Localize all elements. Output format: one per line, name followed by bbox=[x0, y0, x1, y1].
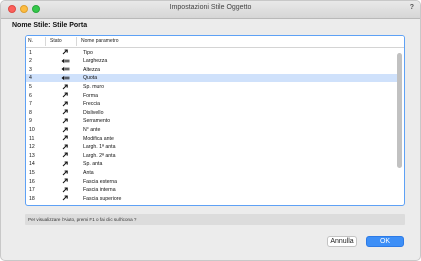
column-divider[interactable] bbox=[45, 37, 46, 46]
table-row[interactable]: 5 Sp. muro bbox=[26, 82, 398, 91]
parameter-name: Largh. 2ª anta bbox=[83, 152, 116, 159]
parameter-name: Modifica ante bbox=[83, 135, 114, 142]
row-number: 6 bbox=[29, 92, 32, 99]
header-stato[interactable]: Stato bbox=[50, 38, 62, 44]
row-number: 5 bbox=[29, 83, 32, 90]
help-hint-text: Per visualizzare l'Aiuto, premi F1 o fai… bbox=[28, 216, 137, 222]
row-number: 15 bbox=[29, 169, 35, 176]
row-number: 16 bbox=[29, 178, 35, 185]
parameter-name: Fascia esterna bbox=[83, 178, 118, 185]
row-number: 8 bbox=[29, 109, 32, 116]
parameter-name: Fascia superiore bbox=[83, 195, 122, 202]
row-number: 4 bbox=[29, 75, 32, 82]
ok-button[interactable]: OK bbox=[366, 236, 404, 247]
style-name-line: Nome Stile: Stile Porta bbox=[12, 22, 87, 29]
parameter-name: Dislivello bbox=[83, 109, 104, 116]
style-name-label: Nome Stile: bbox=[12, 22, 51, 29]
parameter-name: Anta bbox=[83, 169, 94, 176]
vertical-scrollbar[interactable] bbox=[397, 50, 402, 203]
from-style-icon[interactable] bbox=[60, 195, 70, 203]
table-row[interactable]: 16 Fascia esterna bbox=[26, 177, 398, 186]
parameter-name: N° ante bbox=[83, 126, 101, 133]
style-name-value: Stile Porta bbox=[52, 22, 88, 29]
column-divider[interactable] bbox=[76, 37, 77, 46]
parameter-name: Sp. muro bbox=[83, 83, 105, 90]
row-number: 1 bbox=[29, 49, 32, 56]
row-number: 9 bbox=[29, 118, 32, 125]
scrollbar-thumb[interactable] bbox=[397, 53, 402, 168]
table-row[interactable]: 14 Sp. anta bbox=[26, 160, 398, 169]
table-rows: 1 Tipo 2 Larghezza 3 Altezza 4 Quota 5 Sp. muro 6 F… bbox=[26, 48, 398, 205]
table-row[interactable]: 1 Tipo bbox=[26, 48, 398, 57]
window-title: Impostazioni Stile Oggetto bbox=[169, 4, 252, 11]
cancel-button[interactable]: Annulla bbox=[327, 236, 357, 247]
row-number: 17 bbox=[29, 187, 35, 194]
help-hint-bar: Per visualizzare l'Aiuto, premi F1 o fai… bbox=[25, 214, 405, 225]
table-row[interactable]: 17 Fascia interna bbox=[26, 186, 398, 195]
table-row[interactable]: 4 Quota bbox=[26, 73, 398, 83]
table-row[interactable]: 18 Fascia superiore bbox=[26, 194, 398, 203]
row-number: 11 bbox=[29, 135, 35, 142]
parameter-name: Largh. 1ª anta bbox=[83, 144, 116, 151]
table-row[interactable]: 15 Anta bbox=[26, 168, 398, 177]
parameter-name: Freccia bbox=[83, 101, 101, 108]
parameter-name: Serramento bbox=[83, 118, 111, 125]
row-number: 13 bbox=[29, 152, 35, 159]
header-nome-parametro[interactable]: Nome parametro bbox=[81, 38, 119, 44]
row-number: 7 bbox=[29, 101, 32, 108]
table-row[interactable]: 7 Freccia bbox=[26, 100, 398, 109]
parameter-name: Quota bbox=[83, 75, 98, 82]
parameter-name: Sp. anta bbox=[83, 161, 103, 168]
table-row[interactable]: 12 Largh. 1ª anta bbox=[26, 143, 398, 152]
title-bar[interactable]: Impostazioni Stile Oggetto ? bbox=[1, 1, 420, 19]
header-n[interactable]: N. bbox=[28, 38, 33, 44]
table-row[interactable]: 10 N° ante bbox=[26, 125, 398, 134]
table-row[interactable]: 6 Forma bbox=[26, 91, 398, 100]
parameters-table[interactable]: N. Stato Nome parametro 1 Tipo 2 Larghezza 3… bbox=[25, 35, 405, 206]
parameter-name: Altezza bbox=[83, 66, 101, 73]
table-row[interactable]: 9 Serramento bbox=[26, 117, 398, 126]
row-number: 14 bbox=[29, 161, 35, 168]
row-number: 10 bbox=[29, 126, 35, 133]
parameter-name: Forma bbox=[83, 92, 98, 99]
row-number: 3 bbox=[29, 66, 32, 73]
table-row[interactable]: 2 Larghezza bbox=[26, 57, 398, 66]
parameter-name: Larghezza bbox=[83, 58, 108, 65]
table-row[interactable]: 13 Largh. 2ª anta bbox=[26, 151, 398, 160]
parameter-name: Tipo bbox=[83, 49, 93, 56]
dialog-window: Impostazioni Stile Oggetto ? Nome Stile:… bbox=[0, 0, 421, 261]
table-row[interactable]: 8 Dislivello bbox=[26, 108, 398, 117]
table-row[interactable]: 3 Altezza bbox=[26, 65, 398, 74]
help-icon[interactable]: ? bbox=[410, 4, 414, 11]
table-row[interactable]: 11 Modifica ante bbox=[26, 134, 398, 143]
parameter-name: Fascia interna bbox=[83, 187, 116, 194]
table-header: N. Stato Nome parametro bbox=[26, 36, 404, 48]
row-number: 12 bbox=[29, 144, 35, 151]
row-number: 2 bbox=[29, 58, 32, 65]
row-number: 18 bbox=[29, 195, 35, 202]
